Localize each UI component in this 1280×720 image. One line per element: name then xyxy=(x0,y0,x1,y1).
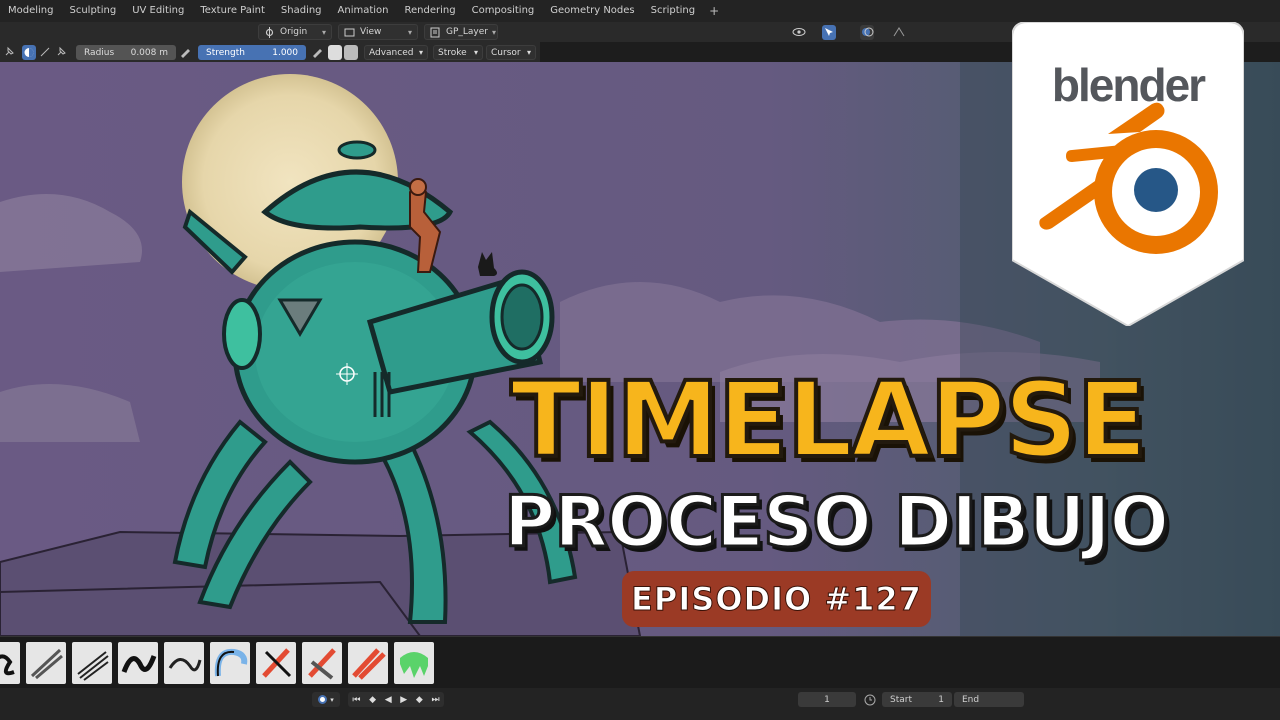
tab-scripting[interactable]: Scripting xyxy=(643,0,703,22)
current-frame-field[interactable]: 1 xyxy=(798,692,856,707)
prev-keyframe-icon[interactable]: ◆ xyxy=(369,695,376,705)
cursor-dropdown[interactable]: Cursor ▾ xyxy=(486,45,536,60)
strength-field[interactable]: Strength 1.000 xyxy=(198,45,306,60)
chevron-down-icon: ▾ xyxy=(321,27,326,37)
origin-dropdown[interactable]: Origin ▾ xyxy=(258,24,332,40)
add-workspace-button[interactable]: + xyxy=(703,4,725,18)
brush-item[interactable] xyxy=(72,642,112,684)
tab-uv-editing[interactable]: UV Editing xyxy=(124,0,192,22)
tab-shading[interactable]: Shading xyxy=(273,0,330,22)
stroke-dropdown[interactable]: Stroke ▾ xyxy=(433,45,483,60)
play-reverse-icon[interactable]: ◀ xyxy=(385,695,392,705)
cursor-icon[interactable] xyxy=(822,25,836,40)
layer-icon xyxy=(430,27,441,38)
clock-icon[interactable] xyxy=(862,692,878,707)
overlay-icon[interactable] xyxy=(860,25,874,40)
blender-logo-text: blender xyxy=(1051,59,1206,111)
brush-item[interactable] xyxy=(26,642,66,684)
tab-sculpting[interactable]: Sculpting xyxy=(62,0,125,22)
timeline-bar: ▾ ⏮ ◆ ◀ ▶ ◆ ⏭ 1 Start 1 End xyxy=(0,688,1280,720)
episode-badge: EPISODIO #127 xyxy=(622,571,931,627)
strength-label: Strength xyxy=(206,47,245,58)
pen-pressure-icon[interactable] xyxy=(310,45,324,60)
brush-item[interactable] xyxy=(302,642,342,684)
jump-start-icon[interactable]: ⏮ xyxy=(352,695,360,705)
view-icon xyxy=(344,27,355,38)
brush-item[interactable] xyxy=(164,642,204,684)
advanced-dropdown[interactable]: Advanced ▾ xyxy=(364,45,428,60)
cursor-label: Cursor xyxy=(491,47,521,58)
origin-icon xyxy=(264,26,275,38)
radius-value: 0.008 m xyxy=(130,47,168,58)
playback-controls: ⏮ ◆ ◀ ▶ ◆ ⏭ xyxy=(348,692,444,707)
record-button[interactable]: ▾ xyxy=(312,692,340,707)
chevron-down-icon: ▾ xyxy=(492,27,497,37)
pressure-icon[interactable] xyxy=(38,45,52,60)
layer-dropdown[interactable]: GP_Layer ▾ xyxy=(424,24,498,40)
material-icon[interactable] xyxy=(344,45,358,60)
play-icon[interactable]: ▶ xyxy=(400,695,407,705)
brush-item[interactable] xyxy=(118,642,158,684)
sphere-icon[interactable] xyxy=(22,45,36,60)
eye-icon[interactable] xyxy=(792,25,806,40)
current-frame-value: 1 xyxy=(824,694,830,705)
robot-side-eye xyxy=(222,298,262,370)
start-frame-field[interactable]: Start 1 xyxy=(882,692,952,707)
workspace-bar: Modeling Sculpting UV Editing Texture Pa… xyxy=(0,0,1280,22)
strength-value: 1.000 xyxy=(272,47,298,58)
brush-item[interactable] xyxy=(348,642,388,684)
chevron-down-icon: ▾ xyxy=(330,695,334,704)
tab-rendering[interactable]: Rendering xyxy=(397,0,464,22)
tool-settings-bar: Radius 0.008 m Strength 1.000 Advanced ▾ … xyxy=(0,42,540,62)
end-frame-field[interactable]: End xyxy=(954,692,1024,707)
brush-item[interactable] xyxy=(0,642,20,684)
chevron-down-icon: ▾ xyxy=(407,27,412,37)
brush-item[interactable] xyxy=(210,642,250,684)
tab-modeling[interactable]: Modeling xyxy=(0,0,62,22)
record-icon xyxy=(318,695,328,704)
chevron-down-icon: ▾ xyxy=(418,48,423,57)
next-keyframe-icon[interactable]: ◆ xyxy=(416,695,423,705)
advanced-label: Advanced xyxy=(369,47,414,58)
brush-asset-shelf xyxy=(0,636,1280,689)
tab-texture-paint[interactable]: Texture Paint xyxy=(192,0,273,22)
title-line-1: TIMELAPSE xyxy=(508,357,1149,483)
start-value: 1 xyxy=(938,694,944,705)
brush-item[interactable] xyxy=(394,642,434,684)
origin-label: Origin xyxy=(280,27,308,37)
pen-pressure-icon[interactable] xyxy=(178,45,192,60)
tab-animation[interactable]: Animation xyxy=(330,0,397,22)
start-label: Start xyxy=(890,694,912,705)
jump-end-icon[interactable]: ⏭ xyxy=(431,695,439,705)
pin-icon[interactable] xyxy=(2,45,16,60)
stroke-label: Stroke xyxy=(438,47,467,58)
chevron-down-icon: ▾ xyxy=(473,48,478,57)
brush-item[interactable] xyxy=(256,642,296,684)
title-line-2: PROCESO DIBUJO xyxy=(502,480,1170,565)
snap-icon[interactable] xyxy=(892,25,906,40)
chevron-down-icon: ▾ xyxy=(526,48,531,57)
tab-compositing[interactable]: Compositing xyxy=(464,0,543,22)
tab-geometry-nodes[interactable]: Geometry Nodes xyxy=(542,0,642,22)
radius-label: Radius xyxy=(84,47,115,58)
mode-icon[interactable] xyxy=(328,45,342,60)
end-label: End xyxy=(962,694,980,705)
layer-label: GP_Layer xyxy=(446,27,488,37)
blender-badge: blender xyxy=(1012,22,1244,326)
view-dropdown[interactable]: View ▾ xyxy=(338,24,418,40)
pin-icon[interactable] xyxy=(54,45,68,60)
view-label: View xyxy=(360,27,382,37)
radius-field[interactable]: Radius 0.008 m xyxy=(76,45,176,60)
